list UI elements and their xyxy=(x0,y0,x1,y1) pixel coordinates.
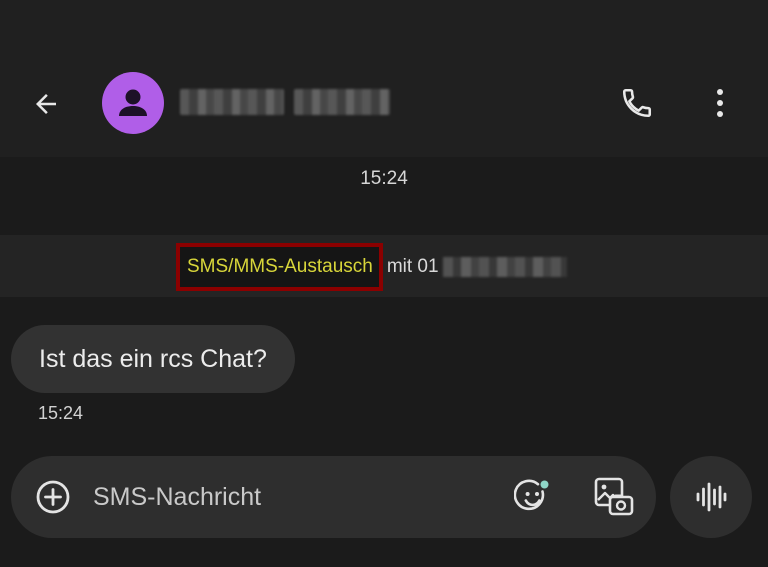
conversation-timestamp: 15:24 xyxy=(360,168,408,189)
protocol-label-highlighted: SMS/MMS-Austausch xyxy=(176,243,383,291)
more-options-button[interactable] xyxy=(698,80,742,126)
attach-button[interactable] xyxy=(32,476,74,518)
message-time: 15:24 xyxy=(38,403,84,423)
top-app-bar xyxy=(0,0,768,157)
arrow-back-icon xyxy=(36,94,56,114)
protocol-info: SMS/MMS-Austausch mit 01 xyxy=(176,241,567,293)
gallery-icon xyxy=(594,477,634,516)
protocol-info-text: mit 01 xyxy=(386,256,439,277)
contact-name-redacted[interactable] xyxy=(180,84,392,120)
voice-message-button[interactable] xyxy=(670,456,752,538)
gallery-button[interactable] xyxy=(591,474,637,520)
message-input[interactable] xyxy=(93,475,493,519)
redacted-first-name xyxy=(180,89,284,115)
phone-icon xyxy=(622,88,652,118)
redacted-last-name xyxy=(294,89,390,115)
voice-waveform-icon xyxy=(696,482,727,512)
messages-app: 15:24 SMS/MMS-Austausch mit 01 Ist das e… xyxy=(0,0,768,567)
back-button[interactable] xyxy=(24,82,68,126)
call-button[interactable] xyxy=(614,80,660,126)
emoji-add-icon xyxy=(514,479,549,511)
message-text: Ist das ein rcs Chat? xyxy=(39,344,267,373)
person-icon xyxy=(119,89,147,116)
emoji-button[interactable] xyxy=(511,475,555,519)
redacted-phone-number xyxy=(442,257,567,277)
avatar[interactable] xyxy=(102,72,164,134)
add-circle-icon xyxy=(36,480,70,514)
message-composer xyxy=(11,456,656,538)
message-bubble[interactable]: Ist das ein rcs Chat? xyxy=(11,325,295,393)
more-vert-icon xyxy=(717,89,723,117)
